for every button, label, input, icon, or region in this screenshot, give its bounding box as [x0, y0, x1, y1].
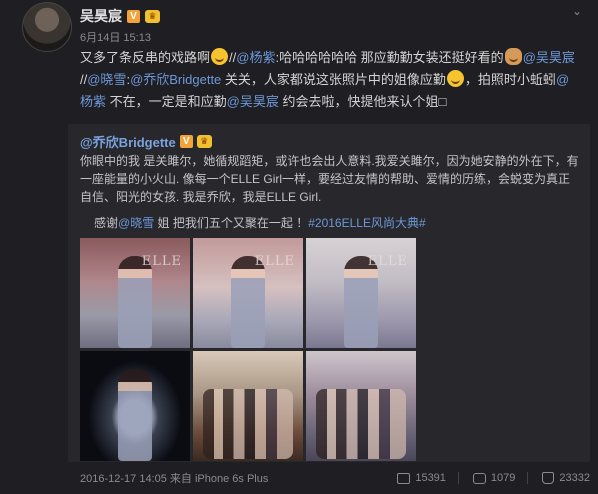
photo-thumbnail[interactable]: ELLE: [193, 238, 303, 348]
comment-button[interactable]: 1079: [472, 472, 516, 484]
share-button[interactable]: 15391: [397, 472, 446, 484]
post-time[interactable]: 6月14日 15:13: [80, 29, 151, 45]
topic-link[interactable]: #2016ELLE风尚大典#: [308, 216, 425, 230]
photo-figure: [231, 256, 265, 348]
divider: [527, 472, 529, 484]
photo-thumbnail[interactable]: ELLE: [306, 238, 416, 348]
retweet-thanks-text: 姐 把我们五个又聚在一起 ！: [154, 216, 309, 230]
divider: [457, 472, 459, 484]
laugh-cry-emoji-icon: [446, 70, 464, 87]
mention-link[interactable]: @乔欣Bridgette: [130, 72, 221, 87]
avatar[interactable]: [22, 2, 72, 52]
grin-emoji-icon: [211, 48, 229, 65]
retweet-text: 你眼中的我 是关雎尔，她循规蹈矩，或许也会出人意料.我爱关雎尔，因为她安静的外在…: [80, 154, 579, 204]
chevron-down-icon[interactable]: ⌄: [572, 4, 582, 18]
post-text: 关关，人家都说这张照片中的姐像应勤: [221, 72, 446, 87]
post-text: ，拍照时小蚯蚓: [464, 72, 556, 87]
post-text: 不在，一定是和应勤: [106, 94, 227, 109]
comment-count: 1079: [490, 472, 516, 484]
retweet-header: @乔欣Bridgette V ♛: [80, 132, 212, 151]
crown-icon: ♛: [196, 135, 212, 148]
photo-thumbnail[interactable]: ELLE: [80, 238, 190, 348]
mention-link[interactable]: @杨紫: [236, 50, 275, 65]
verified-badge-icon: V: [127, 9, 140, 23]
photo-thumbnail[interactable]: [193, 351, 303, 461]
author-name[interactable]: 吴昊宸: [80, 6, 122, 26]
verified-badge-icon: V: [179, 135, 193, 148]
post-meta[interactable]: 2016-12-17 14:05 来自 iPhone 6s Plus: [80, 470, 383, 486]
post-footer: 2016-12-17 14:05 来自 iPhone 6s Plus 15391…: [80, 470, 590, 486]
photo-thumbnail[interactable]: [80, 351, 190, 461]
photo-logo-text: ELLE: [141, 254, 182, 269]
like-button[interactable]: 23332: [542, 472, 590, 484]
photo-grid: ELLE ELLE ELLE: [80, 238, 416, 461]
share-count: 15391: [415, 472, 446, 484]
retweet-author[interactable]: @乔欣Bridgette: [80, 132, 176, 151]
crown-icon: ♛: [145, 9, 160, 23]
photo-figure: [203, 389, 293, 459]
post-text: 约会去啦，快提他来认个姐□: [278, 94, 447, 109]
share-icon: [397, 472, 411, 484]
retweet-thanks: 感谢@晓雪 姐 把我们五个又聚在一起 ！#2016ELLE风尚大典#: [94, 214, 426, 232]
post-content: 又多了条反串的戏路啊//@杨紫:哈哈哈哈哈哈 那应勤勤女装还挺好看的 @吴昊宸 /…: [80, 47, 580, 113]
mention-link[interactable]: @吴昊宸: [523, 50, 575, 65]
weibo-post: 吴昊宸 V ♛ ⌄ 6月14日 15:13 又多了条反串的戏路啊//@杨紫:哈哈…: [0, 0, 598, 494]
retweet-card: @乔欣Bridgette V ♛ 你眼中的我 是关雎尔，她循规蹈矩，或许也会出人…: [68, 124, 590, 462]
photo-logo-text: ELLE: [367, 254, 408, 269]
post-text: 又多了条反串的戏路啊: [80, 50, 211, 65]
photo-thumbnail[interactable]: [306, 351, 416, 461]
photo-figure: [316, 389, 406, 459]
like-count: 23332: [559, 472, 590, 484]
doge-emoji-icon: [504, 48, 522, 65]
post-text: :哈哈哈哈哈哈 那应勤勤女装还挺好看的: [275, 50, 504, 65]
photo-figure: [118, 369, 152, 461]
photo-figure: [118, 256, 152, 348]
author-row: 吴昊宸 V ♛: [80, 6, 160, 26]
photo-logo-text: ELLE: [254, 254, 295, 269]
mention-link[interactable]: @晓雪: [118, 216, 154, 230]
mention-link[interactable]: @晓雪: [87, 72, 126, 87]
photo-figure: [344, 256, 378, 348]
comment-icon: [472, 472, 486, 484]
like-icon: [542, 472, 555, 484]
retweet-thanks-text: 感谢: [94, 216, 119, 230]
mention-link[interactable]: @吴昊宸: [227, 94, 279, 109]
